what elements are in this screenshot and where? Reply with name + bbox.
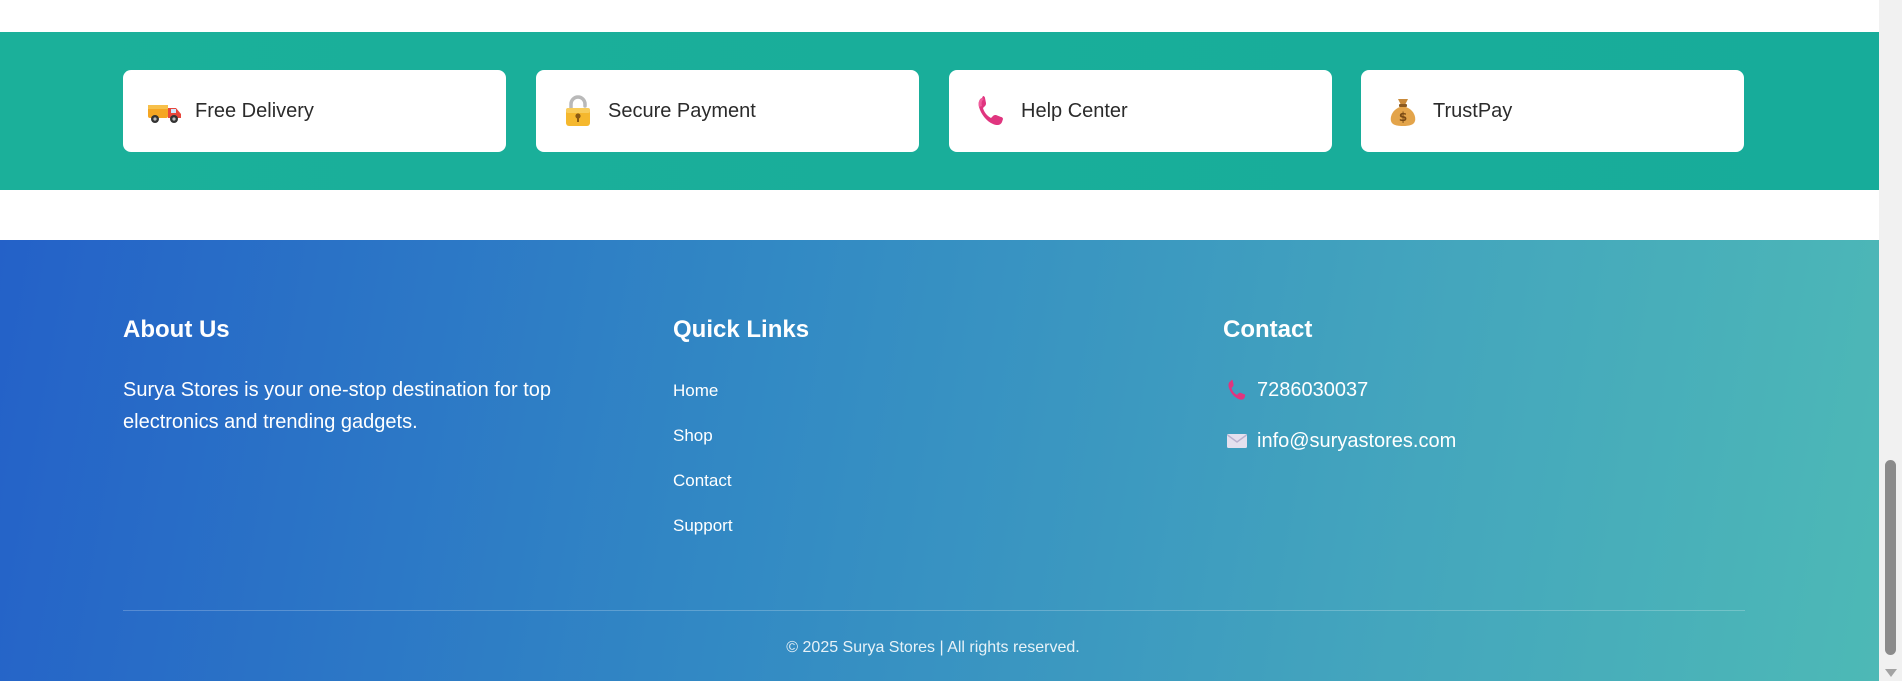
contact-title: Contact [1223, 316, 1313, 343]
feature-label: Free Delivery [195, 99, 314, 122]
lock-icon [560, 93, 596, 129]
envelope-icon [1225, 429, 1249, 453]
scrollbar-thumb[interactable] [1885, 460, 1896, 655]
delivery-truck-icon [147, 93, 183, 129]
about-text: Surya Stores is your one-stop destinatio… [123, 379, 552, 433]
about-title: About Us [123, 316, 230, 343]
feature-card-trustpay[interactable]: $ TrustPay [1361, 70, 1744, 152]
copyright-text: © 2025 Surya Stores | All rights reserve… [786, 639, 1080, 656]
quick-link-shop[interactable]: Shop [673, 426, 713, 446]
features-band: Free Delivery Secure Payment Help Center… [0, 32, 1879, 190]
contact-email-text: info@suryastores.com [1257, 429, 1457, 452]
contact-phone[interactable]: 7286030037 [1225, 378, 1368, 402]
scroll-down-arrow-icon[interactable] [1885, 669, 1897, 677]
quick-link-contact[interactable]: Contact [673, 471, 732, 491]
contact-phone-text: 7286030037 [1257, 378, 1369, 401]
money-bag-icon: $ [1385, 93, 1421, 129]
feature-label: Help Center [1021, 99, 1128, 122]
feature-card-secure-payment[interactable]: Secure Payment [536, 70, 919, 152]
site-footer: About Us Surya Stores is your one-stop d… [0, 240, 1879, 681]
page: Free Delivery Secure Payment Help Center… [0, 0, 1879, 681]
feature-card-free-delivery[interactable]: Free Delivery [123, 70, 506, 152]
feature-label: TrustPay [1433, 99, 1513, 122]
svg-text:$: $ [1399, 110, 1407, 124]
phone-icon [1225, 378, 1249, 402]
quick-link-support[interactable]: Support [673, 516, 733, 536]
quick-link-home[interactable]: Home [673, 381, 718, 401]
phone-icon [973, 93, 1009, 129]
feature-label: Secure Payment [608, 99, 756, 122]
contact-email[interactable]: info@suryastores.com [1225, 429, 1456, 453]
quick-links-title: Quick Links [673, 316, 810, 343]
vertical-scrollbar[interactable] [1879, 0, 1902, 681]
footer-divider [123, 610, 1745, 611]
feature-card-help-center[interactable]: Help Center [949, 70, 1332, 152]
